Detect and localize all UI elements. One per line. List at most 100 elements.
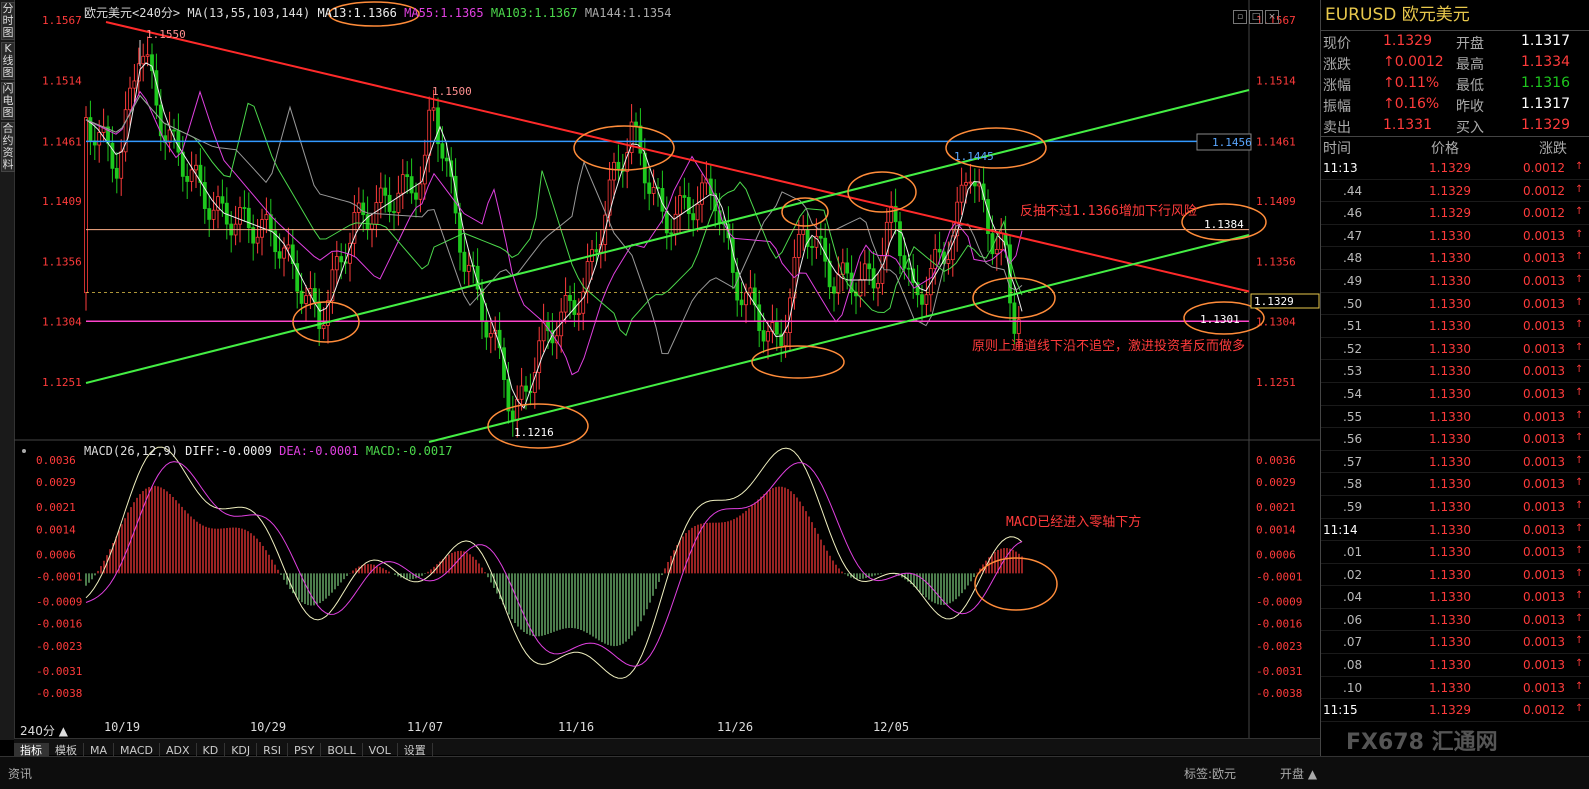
tick-time: .10 xyxy=(1343,680,1363,695)
candle-body xyxy=(361,202,366,216)
candle-body xyxy=(576,312,581,315)
candle-body xyxy=(924,294,929,305)
quote-value: 1.1317 xyxy=(1521,33,1570,49)
candle-body xyxy=(286,244,291,249)
quote-label: 最高 xyxy=(1456,57,1484,73)
tick-price: 1.1330 xyxy=(1429,658,1471,673)
close-icon[interactable]: × xyxy=(1265,10,1279,24)
macd-tick-left: 0.0036 xyxy=(36,454,76,467)
tick-time: .49 xyxy=(1343,273,1363,288)
tick-row: .47 1.1330 0.0013 ↑ xyxy=(1321,225,1589,248)
up-arrow-icon: ↑ xyxy=(1575,590,1584,602)
candle-body xyxy=(827,260,832,288)
date-label: 11/16 xyxy=(558,720,594,734)
tick-row: .08 1.1330 0.0013 ↑ xyxy=(1321,654,1589,677)
status-news[interactable]: 资讯 xyxy=(8,765,32,782)
tick-price: 1.1330 xyxy=(1429,612,1471,627)
tick-time: .58 xyxy=(1343,477,1363,492)
macd-tick-right: -0.0023 xyxy=(1256,640,1302,653)
macd-tick-left: 0.0029 xyxy=(36,476,76,489)
tab-flash[interactable]: 闪电图 xyxy=(1,82,15,120)
quote-label: 涨幅 xyxy=(1323,78,1351,94)
tick-time: .54 xyxy=(1343,386,1363,401)
candle-body xyxy=(255,236,260,244)
note-channel: 原则上通道线下沿不追空，激进投资者反而做多 xyxy=(972,338,1245,354)
macd-tick-right: 0.0036 xyxy=(1256,454,1296,467)
candle-body xyxy=(906,267,911,270)
candle-body xyxy=(242,207,247,209)
tick-col-change: 涨跌 xyxy=(1539,141,1567,157)
macd-tick-right: 0.0021 xyxy=(1256,501,1296,514)
candle-body xyxy=(810,246,814,248)
macd-tick-left: 0.0014 xyxy=(36,523,76,536)
macd-tick-left: 0.0021 xyxy=(36,501,76,514)
period-selector[interactable]: 240分 ▲ xyxy=(20,722,68,739)
candle-body xyxy=(761,330,766,342)
high-label: 1.1550 xyxy=(146,28,186,41)
price-tick-left: 1.1461 xyxy=(42,135,82,148)
tab-kline[interactable]: K线图 xyxy=(1,42,15,80)
tick-change: 0.0012 xyxy=(1523,703,1565,718)
maximize-icon[interactable]: □ xyxy=(1249,10,1263,24)
price-tick-left: 1.1514 xyxy=(42,75,82,88)
tick-list[interactable]: 11:13 1.1329 0.0012 ↑ .44 1.1329 0.0012 ↑ .4… xyxy=(1321,157,1589,722)
quote-row: 现价 1.1329 开盘 1.1317 xyxy=(1321,31,1589,52)
quote-title: EURUSD 欧元美元 xyxy=(1321,0,1589,31)
restore-icon[interactable]: ▫ xyxy=(1233,10,1247,24)
price-axis: 1.1567 1.15671.1514 1.15141.1461 1.14611.14… xyxy=(42,14,1296,389)
tab-timeshare[interactable]: 分时图 xyxy=(1,2,15,40)
up-arrow-icon: ↑ xyxy=(1575,499,1584,511)
candle-body xyxy=(968,181,973,184)
resistance-label: 1.1456 xyxy=(1212,136,1252,149)
macd-tick-left: -0.0031 xyxy=(36,665,82,678)
up-arrow-icon: ↑ xyxy=(1575,364,1584,376)
candle-body xyxy=(444,157,449,162)
tick-change: 0.0012 xyxy=(1523,161,1565,175)
tick-change: 0.0013 xyxy=(1523,364,1565,379)
level-1445-label: 1.1445 xyxy=(954,150,994,163)
candle-body xyxy=(920,294,924,305)
quote-value: ↑0.16% xyxy=(1383,96,1440,112)
up-arrow-icon: ↑ xyxy=(1575,432,1584,444)
candle-body xyxy=(431,107,436,111)
quote-value: 1.1329 xyxy=(1521,117,1570,133)
candle-body xyxy=(519,385,524,400)
candle-body xyxy=(774,322,779,335)
highlight-ellipse xyxy=(751,345,845,379)
ma55-value: MA55:1.1365 xyxy=(404,6,484,20)
tick-row: .46 1.1329 0.0012 ↑ xyxy=(1321,202,1589,225)
tick-time: .46 xyxy=(1343,206,1363,221)
chart-area[interactable]: 1.1567 1.1567 1.1514 1.1514 1.1461 1.1461 1.14… xyxy=(14,0,1320,740)
downtrend-line xyxy=(105,21,1250,293)
candle-body xyxy=(862,263,867,280)
tick-time: .48 xyxy=(1343,251,1363,266)
price-tick-left: 1.1409 xyxy=(42,195,82,208)
up-arrow-icon: ↑ xyxy=(1575,183,1584,195)
dea-value: DEA:-0.0001 xyxy=(279,444,359,458)
note-macd: MACD已经进入零轴下方 xyxy=(1006,514,1141,530)
tick-time: .51 xyxy=(1343,319,1363,334)
quote-panel: EURUSD 欧元美元 现价 1.1329 开盘 1.1317 涨跌 ↑ 0.001… xyxy=(1320,0,1589,756)
macd-settings-icon xyxy=(22,449,26,453)
candle-body xyxy=(110,142,115,169)
candle-body xyxy=(594,249,599,253)
candle-body xyxy=(801,229,806,235)
candle-body xyxy=(488,332,493,338)
tab-contract-info[interactable]: 合约资料 xyxy=(1,122,15,172)
tick-price: 1.1330 xyxy=(1429,567,1471,582)
candle-body xyxy=(414,192,418,200)
tick-price: 1.1329 xyxy=(1429,161,1471,175)
macd-tick-left: -0.0038 xyxy=(36,687,82,700)
candle-body xyxy=(172,129,176,132)
candle-body xyxy=(858,279,863,297)
tick-change: 0.0012 xyxy=(1523,206,1565,221)
up-arrow-icon: ↑ xyxy=(1575,703,1584,715)
tick-price: 1.1330 xyxy=(1429,251,1471,266)
status-open[interactable]: 开盘 ▲ xyxy=(1280,765,1317,782)
candle-body xyxy=(999,233,1004,250)
candle-body xyxy=(383,187,388,196)
candle-body xyxy=(97,132,102,146)
macd-params: MACD(26,12,9) xyxy=(84,444,178,458)
price-tick-right: 1.1514 xyxy=(1256,75,1296,88)
highlight-ellipse xyxy=(573,125,675,171)
